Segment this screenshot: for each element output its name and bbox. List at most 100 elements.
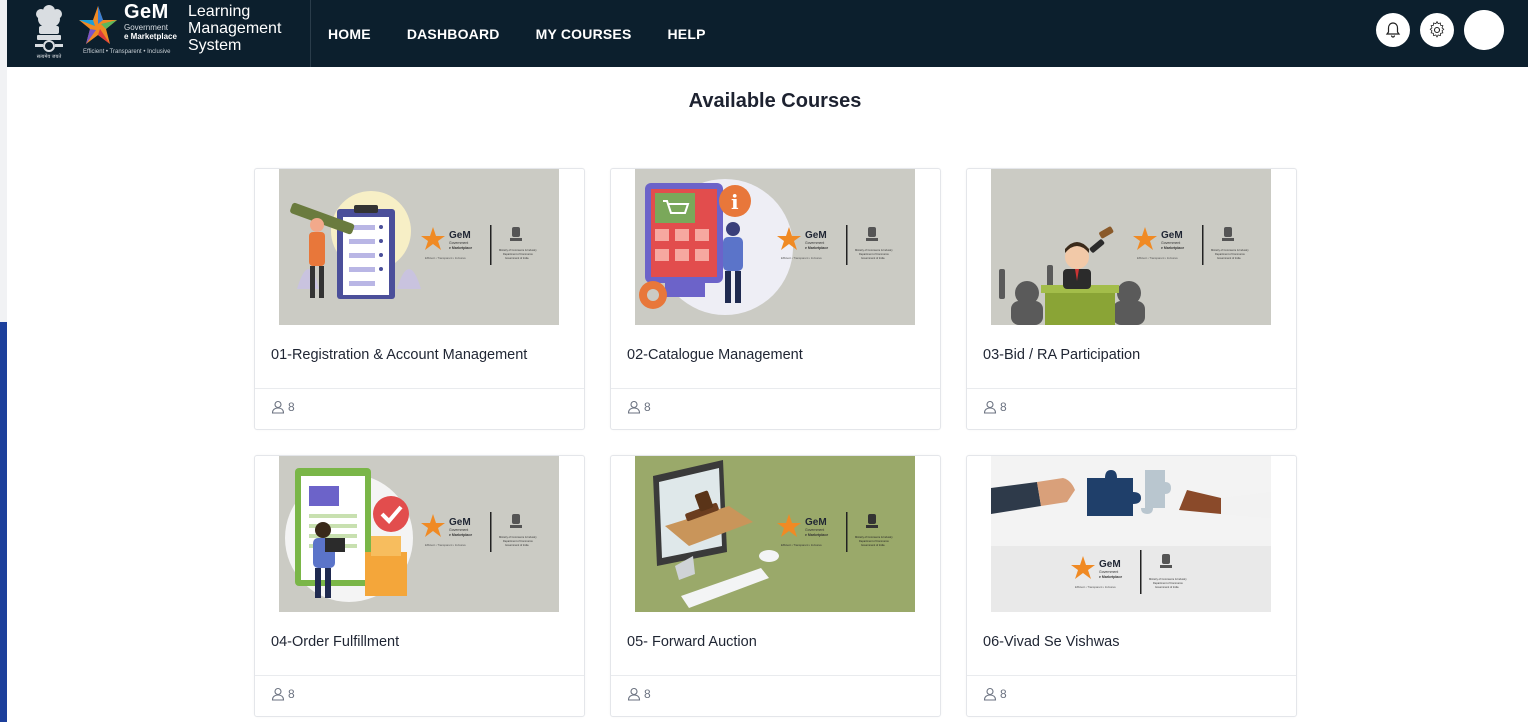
- thumb-ministry-line1: Ministry of Commerce & Industry: [1149, 577, 1187, 581]
- nav-home[interactable]: HOME: [328, 26, 371, 42]
- course-name[interactable]: 02-Catalogue Management: [627, 347, 803, 363]
- course-card[interactable]: GeM Government e Marketplace Efficient •…: [966, 168, 1297, 430]
- learner-count: 8: [271, 400, 295, 414]
- thumb-gem-label: GeM: [449, 517, 471, 528]
- thumb-ministry-line3: Government of India: [1217, 256, 1241, 260]
- thumb-ministry-line1: Ministry of Commerce & Industry: [855, 535, 893, 539]
- gem-subtitle-government: Government: [124, 23, 169, 32]
- main-nav: HOME DASHBOARD MY COURSES HELP: [328, 0, 742, 67]
- thumb-gem-line1: Government: [1099, 570, 1118, 574]
- course-card[interactable]: GeM Government e Marketplace Efficient •…: [610, 455, 941, 717]
- brand-block[interactable]: सत्यमेव जयते GeM Government e Marketplac…: [7, 0, 311, 67]
- thumb-gem-line2: e Marketplace: [805, 533, 828, 537]
- card-divider: [255, 675, 584, 676]
- thumb-gem-line1: Government: [805, 241, 824, 245]
- catalogue-illustration-icon: i GeM Government e Marketplace Efficient…: [635, 169, 915, 325]
- learner-count-value: 8: [1000, 400, 1007, 414]
- thumb-gem-label: GeM: [805, 517, 827, 528]
- settings-button[interactable]: [1420, 13, 1454, 47]
- learner-count: 8: [627, 687, 651, 701]
- thumb-ministry-line1: Ministry of Commerce & Industry: [499, 248, 537, 252]
- thumb-gem-line1: Government: [805, 528, 824, 532]
- thumb-ministry-line2: Department of Commerce: [859, 539, 889, 543]
- thumb-gem-line1: Government: [1161, 241, 1180, 245]
- course-card[interactable]: GeM Government e Marketplace Efficient •…: [966, 455, 1297, 717]
- thumb-gem-tag: Efficient • Transparent • Inclusive: [781, 543, 822, 547]
- learner-count-value: 8: [288, 400, 295, 414]
- thumb-ministry-line3: Government of India: [861, 543, 885, 547]
- course-name[interactable]: 05- Forward Auction: [627, 634, 757, 650]
- thumb-ministry-line2: Department of Commerce: [1153, 581, 1183, 585]
- thumb-ministry-line2: Department of Commerce: [859, 252, 889, 256]
- page-title: Available Courses: [688, 90, 862, 112]
- course-thumbnail[interactable]: GeM Government e Marketplace Efficient •…: [991, 169, 1271, 325]
- learner-count: 8: [271, 687, 295, 701]
- thumb-gem-line1: Government: [449, 528, 468, 532]
- thumb-ministry-line3: Government of India: [861, 256, 885, 260]
- thumb-ministry-line2: Department of Commerce: [1215, 252, 1245, 256]
- header-actions: [1376, 10, 1504, 50]
- course-name[interactable]: 04-Order Fulfillment: [271, 634, 399, 650]
- course-name[interactable]: 01-Registration & Account Management: [271, 347, 527, 363]
- thumb-ministry-line3: Government of India: [505, 256, 529, 260]
- thumb-ministry-line1: Ministry of Commerce & Industry: [1211, 248, 1249, 252]
- thumb-gem-tag: Efficient • Transparent • Inclusive: [1075, 585, 1116, 589]
- thumb-gem-label: GeM: [449, 230, 471, 241]
- course-thumbnail[interactable]: GeM Government e Marketplace Efficient •…: [991, 456, 1271, 612]
- thumb-gem-line2: e Marketplace: [805, 246, 828, 250]
- course-thumbnail[interactable]: i GeM Government e Marketplace Efficient…: [635, 169, 915, 325]
- card-divider: [255, 388, 584, 389]
- thumb-gem-line2: e Marketplace: [449, 246, 472, 250]
- course-thumbnail[interactable]: GeM Government e Marketplace Efficient •…: [279, 169, 559, 325]
- course-name[interactable]: 06-Vivad Se Vishwas: [983, 634, 1120, 650]
- thumb-gem-label: GeM: [805, 230, 827, 241]
- thumb-gem-line1: Government: [449, 241, 468, 245]
- lms-title: Learning Management System: [188, 3, 282, 54]
- course-card[interactable]: GeM Government e Marketplace Efficient •…: [254, 455, 585, 717]
- thumb-gem-label: GeM: [1099, 559, 1121, 570]
- nav-my-courses[interactable]: MY COURSES: [536, 26, 632, 42]
- order-fulfillment-illustration-icon: GeM Government e Marketplace Efficient •…: [279, 456, 559, 612]
- nav-help[interactable]: HELP: [668, 26, 706, 42]
- gem-star-logo-icon: [79, 6, 117, 44]
- card-divider: [611, 675, 940, 676]
- course-thumbnail[interactable]: GeM Government e Marketplace Efficient •…: [635, 456, 915, 612]
- card-divider: [967, 388, 1296, 389]
- nav-dashboard[interactable]: DASHBOARD: [407, 26, 500, 42]
- thumb-ministry-line3: Government of India: [1155, 585, 1179, 589]
- top-navbar: सत्यमेव जयते GeM Government e Marketplac…: [7, 0, 1528, 67]
- thumb-gem-tag: Efficient • Transparent • Inclusive: [425, 543, 466, 547]
- course-name[interactable]: 03-Bid / RA Participation: [983, 347, 1140, 363]
- learner-count-value: 8: [644, 687, 651, 701]
- thumb-ministry-line1: Ministry of Commerce & Industry: [855, 248, 893, 252]
- forward-auction-illustration-icon: GeM Government e Marketplace Efficient •…: [635, 456, 915, 612]
- thumb-gem-line2: e Marketplace: [1161, 246, 1184, 250]
- gem-tagline: Efficient • Transparent • Inclusive: [83, 49, 171, 55]
- thumb-gem-tag: Efficient • Transparent • Inclusive: [1137, 256, 1178, 260]
- user-icon: [627, 687, 641, 701]
- course-thumbnail[interactable]: GeM Government e Marketplace Efficient •…: [279, 456, 559, 612]
- puzzle-handshake-illustration-icon: GeM Government e Marketplace Efficient •…: [991, 456, 1271, 612]
- user-icon: [271, 400, 285, 414]
- user-avatar[interactable]: [1464, 10, 1504, 50]
- svg-text:i: i: [731, 190, 739, 214]
- learner-count: 8: [983, 400, 1007, 414]
- gear-icon: [1429, 21, 1445, 38]
- thumb-gem-line2: e Marketplace: [1099, 575, 1122, 579]
- left-edge-strip: [0, 0, 7, 322]
- learner-count-value: 8: [1000, 687, 1007, 701]
- learner-count-value: 8: [288, 687, 295, 701]
- user-icon: [627, 400, 641, 414]
- learner-count-value: 8: [644, 400, 651, 414]
- course-card[interactable]: GeM Government e Marketplace Efficient •…: [254, 168, 585, 430]
- card-divider: [611, 388, 940, 389]
- bell-icon: [1385, 22, 1401, 38]
- course-card[interactable]: i GeM Government e Marketplace Efficient…: [610, 168, 941, 430]
- thumb-ministry-line3: Government of India: [505, 543, 529, 547]
- user-icon: [983, 687, 997, 701]
- notification-button[interactable]: [1376, 13, 1410, 47]
- learner-count: 8: [627, 400, 651, 414]
- thumb-gem-tag: Efficient • Transparent • Inclusive: [781, 256, 822, 260]
- user-icon: [983, 400, 997, 414]
- registration-illustration-icon: GeM Government e Marketplace Efficient •…: [279, 169, 559, 325]
